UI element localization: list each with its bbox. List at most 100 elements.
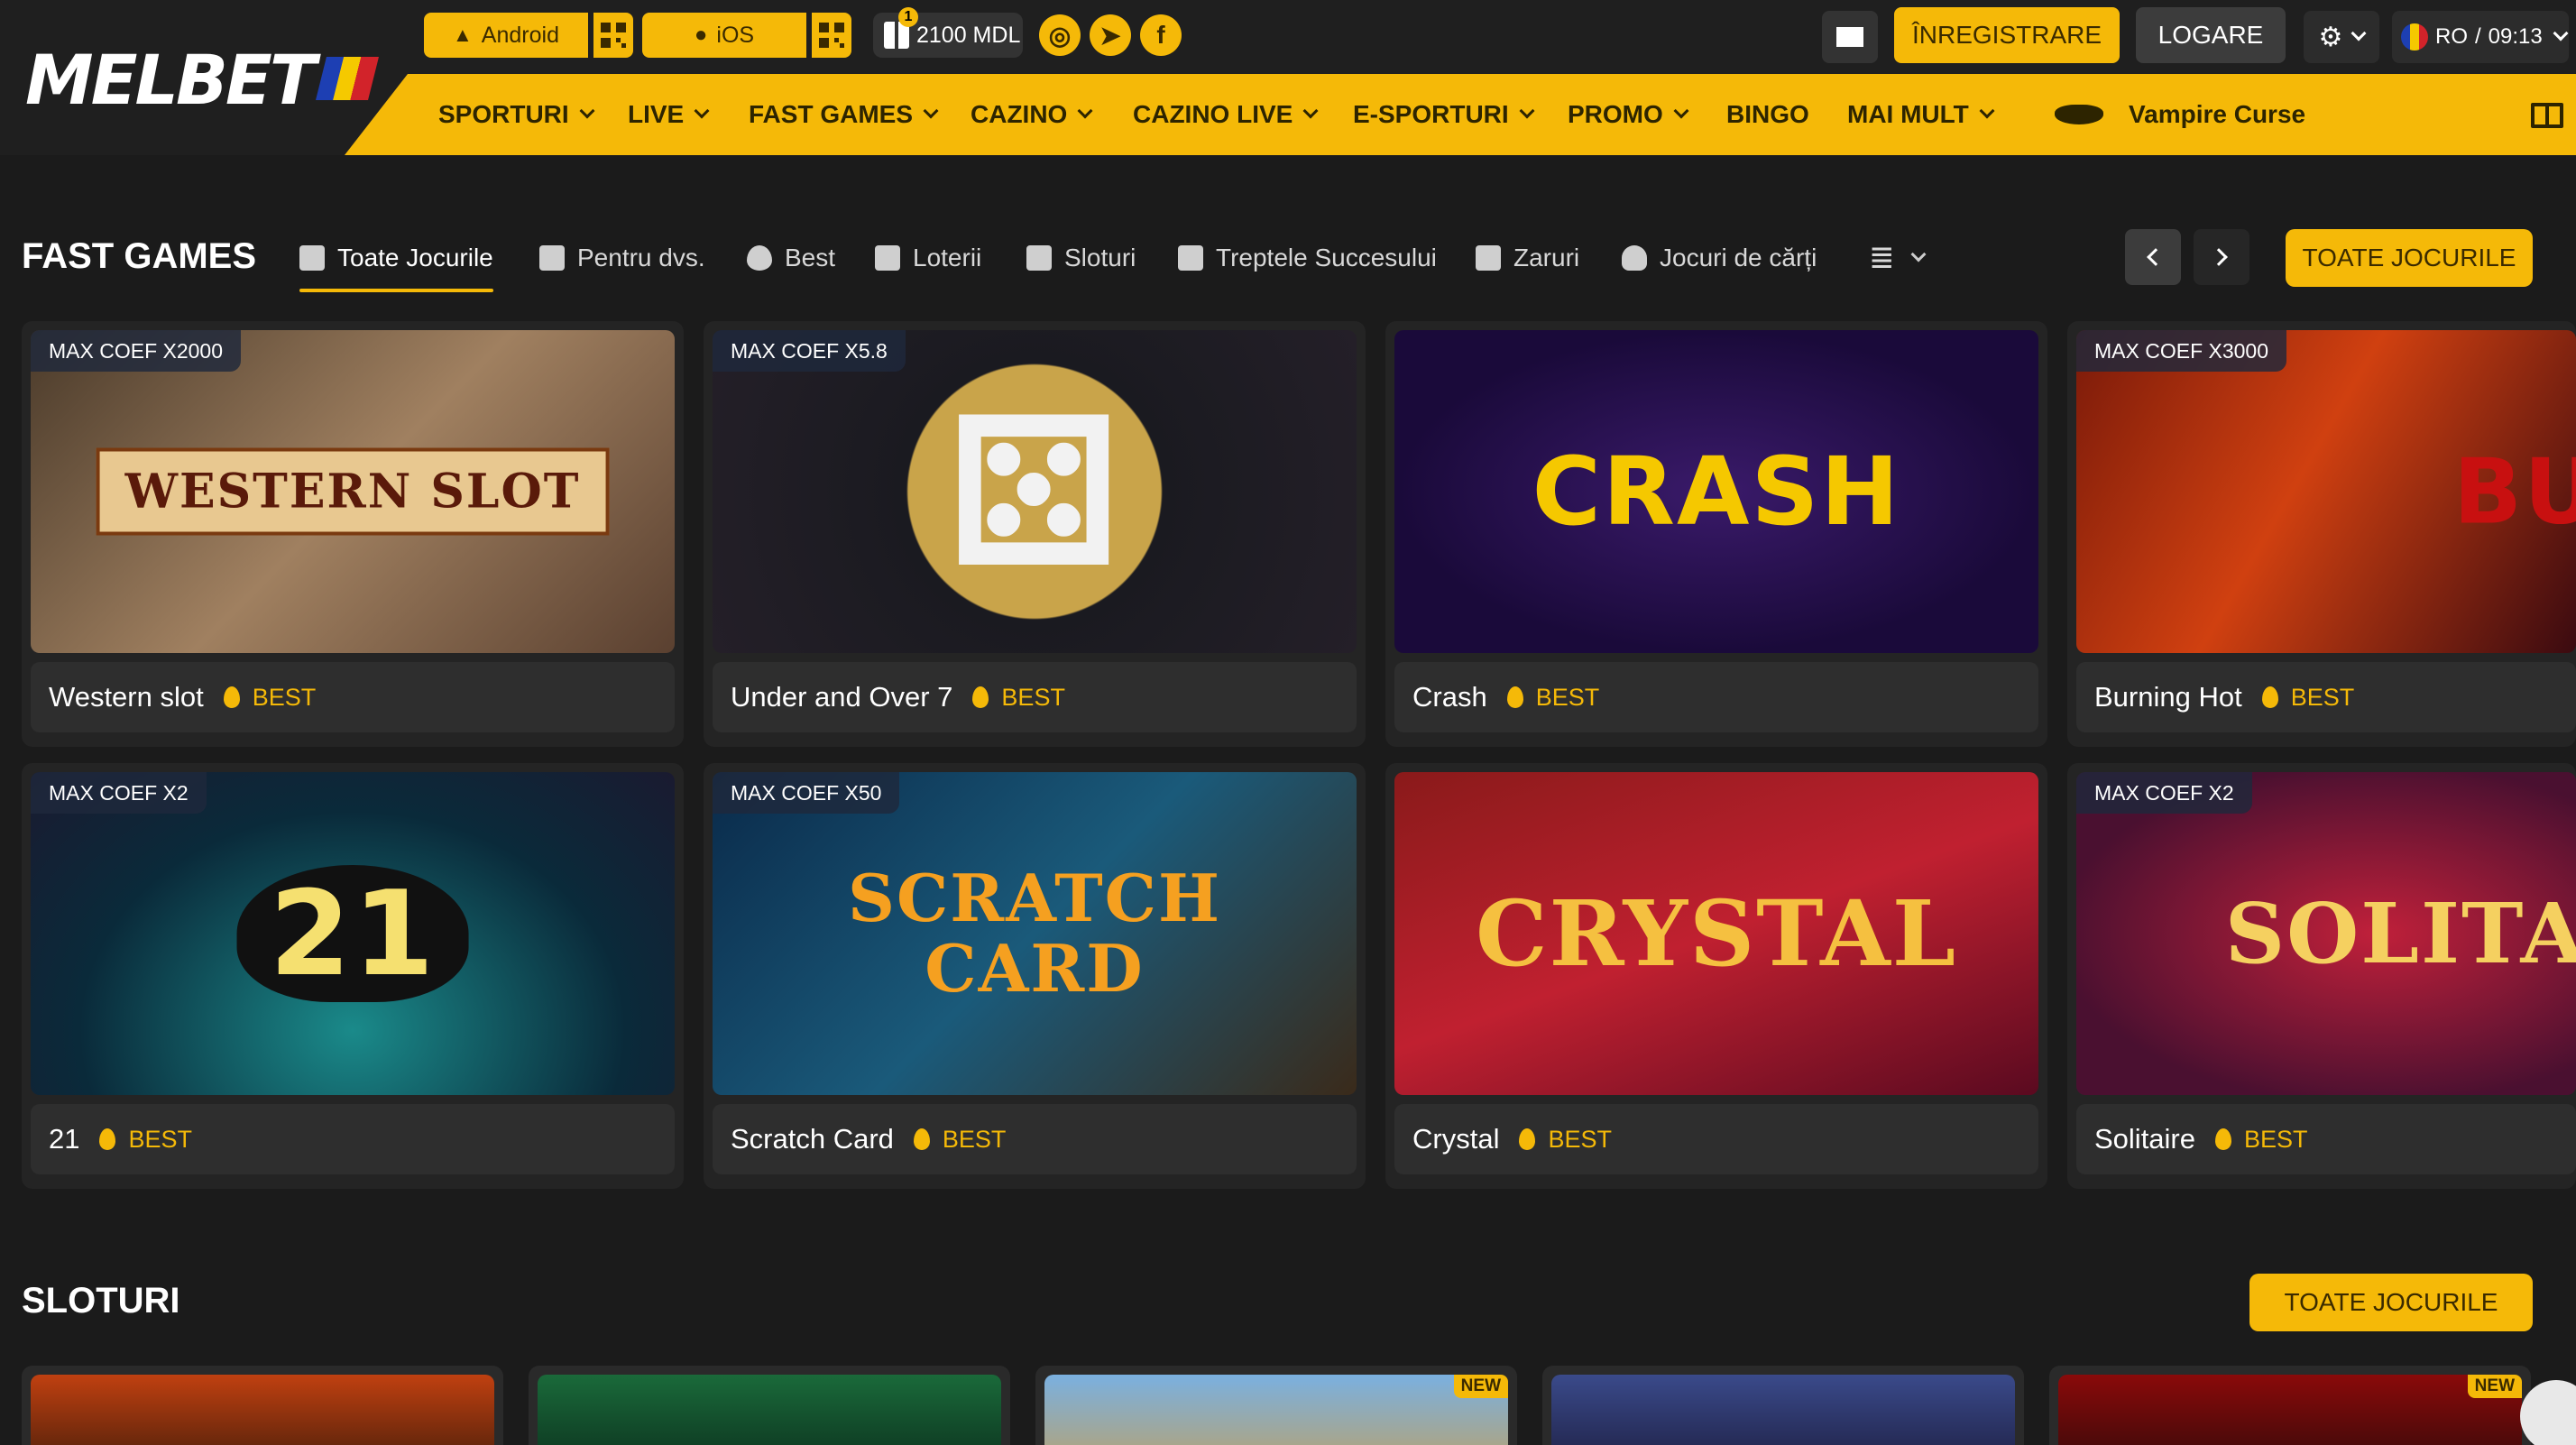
game-thumbnail[interactable]: BU <box>2076 330 2576 653</box>
chevron-right-icon <box>2210 248 2228 266</box>
slot-thumbnail <box>538 1375 1001 1445</box>
clock: 09:13 <box>2488 24 2543 49</box>
flame-icon <box>972 686 989 708</box>
list-icon: ≣ <box>1869 241 1895 275</box>
chevron-left-icon <box>2147 248 2165 266</box>
best-badge: BEST <box>2244 1125 2308 1153</box>
new-badge: NEW <box>1453 1375 1508 1398</box>
chevron-down-icon <box>1077 103 1093 119</box>
game-card[interactable]: CRYSTAL Crystal BEST <box>1385 763 2047 1189</box>
game-card[interactable]: SCRATCH CARD MAX COEF X50 Scratch Card BE… <box>704 763 1366 1189</box>
chevron-down-icon <box>1979 103 1995 119</box>
slot-card[interactable] <box>529 1366 1010 1445</box>
settings-button[interactable]: ⚙ <box>2304 11 2379 63</box>
carousel-prev-button[interactable] <box>2125 229 2181 285</box>
language-selector[interactable]: RO/09:13 <box>2392 11 2569 63</box>
flame-icon <box>223 686 240 708</box>
moldova-flag-icon <box>315 57 379 100</box>
nav-promo[interactable]: PROMO <box>1568 74 1689 155</box>
tab-lotteries[interactable]: Loterii <box>875 236 981 280</box>
telegram-icon[interactable]: ➤ <box>1090 14 1131 56</box>
slot-card[interactable]: NEW <box>2049 1366 2531 1445</box>
facebook-icon[interactable]: f <box>1140 14 1182 56</box>
game-thumbnail[interactable]: ⚄ <box>713 330 1357 653</box>
all-slots-button[interactable]: TOATE JOCURILE <box>2249 1274 2533 1331</box>
max-coef-badge: MAX COEF X2 <box>2076 772 2252 814</box>
game-label: Burning Hot BEST <box>2076 662 2576 732</box>
game-card[interactable]: CRASH Crash BEST <box>1385 321 2047 747</box>
game-thumbnail[interactable]: WESTERN SLOT <box>31 330 675 653</box>
game-card[interactable]: 21 MAX COEF X2 21 BEST <box>22 763 684 1189</box>
best-badge: BEST <box>1001 683 1065 711</box>
game-thumbnail[interactable]: SCRATCH CARD <box>713 772 1357 1095</box>
register-button[interactable]: ÎNREGISTRARE <box>1894 7 2120 63</box>
slot-card[interactable] <box>1542 1366 2024 1445</box>
game-label: 21 BEST <box>31 1104 675 1174</box>
nav-promo-game[interactable]: Vampire Curse <box>2055 74 2305 155</box>
login-button[interactable]: LOGARE <box>2136 7 2286 63</box>
tab-dice[interactable]: Zaruri <box>1476 236 1579 280</box>
slot-card[interactable]: NEW <box>1035 1366 1517 1445</box>
game-label: Solitaire BEST <box>2076 1104 2576 1174</box>
qr-code-icon <box>601 23 626 48</box>
flame-icon <box>2215 1128 2231 1150</box>
chevron-down-icon <box>1673 103 1689 119</box>
slot-thumbnail <box>1551 1375 2015 1445</box>
tab-card-games[interactable]: Jocuri de cărți <box>1622 236 1817 280</box>
tab-best[interactable]: Best <box>747 236 835 280</box>
all-fast-games-button[interactable]: TOATE JOCURILE <box>2286 229 2533 287</box>
tab-slots[interactable]: Sloturi <box>1026 236 1136 280</box>
game-card[interactable]: BU MAX COEF X3000 Burning Hot BEST <box>2067 321 2576 747</box>
instagram-icon[interactable]: ◎ <box>1039 14 1081 56</box>
max-coef-badge: MAX COEF X2000 <box>31 330 242 372</box>
book-icon[interactable] <box>2531 103 2563 128</box>
game-name: Burning Hot <box>2094 681 2242 713</box>
flame-icon <box>747 245 772 271</box>
game-thumbnail[interactable]: 21 <box>31 772 675 1095</box>
game-thumbnail[interactable]: CRASH <box>1394 330 2038 653</box>
ios-qr-button[interactable] <box>810 13 851 58</box>
stairs-icon <box>1178 245 1203 271</box>
android-icon: ▲ <box>453 23 473 46</box>
game-name: Western slot <box>49 681 204 713</box>
game-label: Scratch Card BEST <box>713 1104 1357 1174</box>
tab-more-categories[interactable]: ≣ <box>1869 236 1926 280</box>
game-card[interactable]: SOLITAI MAX COEF X2 Solitaire BEST <box>2067 763 2576 1189</box>
gamepad-icon <box>299 245 325 271</box>
game-card[interactable]: WESTERN SLOT MAX COEF X2000 Western slot… <box>22 321 684 747</box>
chevron-down-icon <box>579 103 595 119</box>
nav-more[interactable]: MAI MULT <box>1847 74 1995 155</box>
android-app-button[interactable]: ▲ Android <box>424 13 588 58</box>
game-label: Crystal BEST <box>1394 1104 2038 1174</box>
game-thumbnail[interactable]: CRYSTAL <box>1394 772 2038 1095</box>
tab-for-you[interactable]: Pentru dvs. <box>539 236 705 280</box>
slot-card[interactable] <box>22 1366 503 1445</box>
tab-success-steps[interactable]: Treptele Succesului <box>1178 236 1437 280</box>
bonus-amount: 2100 MDL <box>916 22 1021 48</box>
nav-live-casino[interactable]: CAZINO LIVE <box>1133 74 1319 155</box>
game-name: Scratch Card <box>731 1123 894 1155</box>
best-badge: BEST <box>252 683 317 711</box>
max-coef-badge: MAX COEF X50 <box>713 772 900 814</box>
melbet-logo[interactable]: MELBET <box>25 40 379 120</box>
ios-app-button[interactable]: ● iOS <box>642 13 806 58</box>
slot-thumbnail <box>2058 1375 2522 1445</box>
nav-fast-games[interactable]: FAST GAMES <box>749 74 939 155</box>
game-card[interactable]: ⚄ MAX COEF X5.8 Under and Over 7 BEST <box>704 321 1366 747</box>
android-qr-button[interactable] <box>592 13 633 58</box>
flame-icon <box>99 1128 116 1150</box>
nav-sports[interactable]: SPORTURI <box>438 74 595 155</box>
nav-live[interactable]: LIVE <box>628 74 710 155</box>
game-name: Crystal <box>1412 1123 1500 1155</box>
tab-all-games[interactable]: Toate Jocurile <box>299 236 493 292</box>
best-badge: BEST <box>128 1125 193 1153</box>
bonus-button[interactable]: 1 2100 MDL <box>873 7 1023 58</box>
game-thumbnail[interactable]: SOLITAI <box>2076 772 2576 1095</box>
best-badge: BEST <box>2290 683 2355 711</box>
max-coef-badge: MAX COEF X3000 <box>2076 330 2287 372</box>
nav-esports[interactable]: E-SPORTURI <box>1353 74 1535 155</box>
carousel-next-button[interactable] <box>2194 229 2249 285</box>
nav-bingo[interactable]: BINGO <box>1726 74 1809 155</box>
tv-mode-button[interactable] <box>1822 11 1878 63</box>
nav-casino[interactable]: CAZINO <box>971 74 1093 155</box>
